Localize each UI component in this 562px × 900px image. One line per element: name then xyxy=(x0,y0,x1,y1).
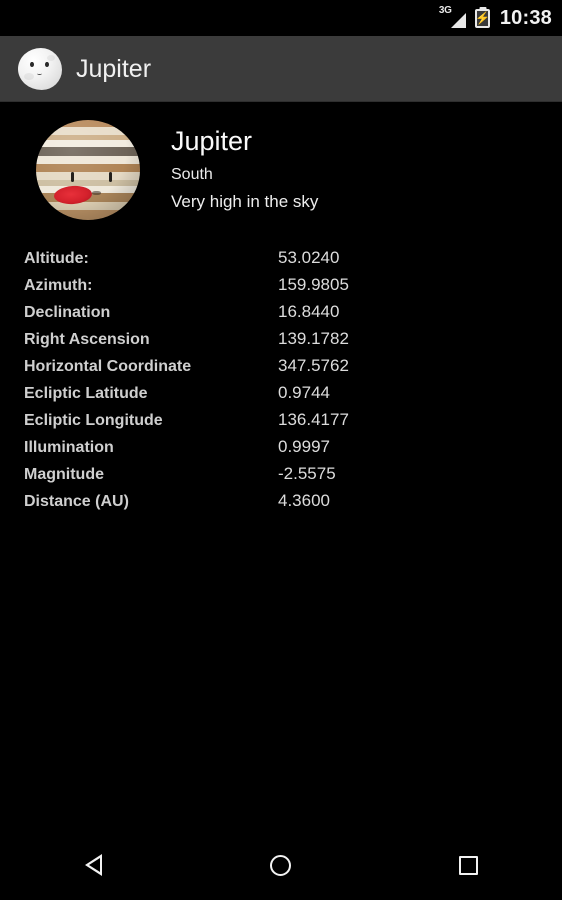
object-header: Jupiter South Very high in the sky xyxy=(0,102,562,220)
object-data-table: Altitude: 53.0240 Azimuth: 159.9805 Decl… xyxy=(0,244,562,514)
object-title: Jupiter xyxy=(171,126,253,156)
data-value: 136.4177 xyxy=(278,410,349,429)
planet-eye-right xyxy=(109,172,112,182)
data-label: Ecliptic Latitude xyxy=(24,385,148,402)
moon-crater-icon xyxy=(47,54,55,61)
battery-body: ⚡ xyxy=(475,6,491,28)
data-value: 347.5762 xyxy=(278,356,349,375)
table-row: Right Ascension 139.1782 xyxy=(24,325,562,352)
app-screen: 3G ⚡ 10:38 Jupiter Jupiter South Very hi… xyxy=(0,0,562,900)
data-label: Ecliptic Longitude xyxy=(24,412,163,429)
moon-crater-icon xyxy=(24,72,34,80)
table-row: Altitude: 53.0240 xyxy=(24,244,562,271)
object-name-block: Jupiter South Very high in the sky xyxy=(171,120,318,212)
data-value: 53.0240 xyxy=(278,248,340,267)
battery-charging-icon: ⚡ xyxy=(475,6,491,29)
data-value: 139.1782 xyxy=(278,329,349,348)
data-label: Distance (AU) xyxy=(24,493,129,510)
planet-eye-left xyxy=(71,172,74,182)
data-value: 0.9744 xyxy=(278,383,330,402)
table-row: Ecliptic Latitude 0.9744 xyxy=(24,379,562,406)
data-label: Declination xyxy=(24,304,111,321)
status-bar-clock: 10:38 xyxy=(499,7,552,29)
table-row: Illumination 0.9997 xyxy=(24,433,562,460)
data-label: Illumination xyxy=(24,439,114,456)
moon-mouth xyxy=(37,72,42,75)
table-row: Ecliptic Longitude 136.4177 xyxy=(24,406,562,433)
table-row: Declination 16.8440 xyxy=(24,298,562,325)
signal-triangle-icon: 3G xyxy=(438,5,466,29)
recents-icon xyxy=(458,855,478,875)
battery-cap xyxy=(479,6,487,10)
signal-bars-icon xyxy=(450,13,466,28)
home-button[interactable] xyxy=(187,830,374,900)
data-label: Altitude: xyxy=(24,250,89,267)
moon-face-icon[interactable] xyxy=(18,47,62,90)
data-value: 0.9997 xyxy=(278,437,330,456)
network-type-label: 3G xyxy=(438,5,452,16)
data-label: Azimuth: xyxy=(24,277,93,294)
planet-mouth xyxy=(53,184,93,206)
action-bar[interactable]: Jupiter xyxy=(0,36,562,102)
table-row: Azimuth: 159.9805 xyxy=(24,271,562,298)
data-value: -2.5575 xyxy=(278,464,336,483)
content-area: Jupiter South Very high in the sky Altit… xyxy=(0,102,562,830)
data-label: Horizontal Coordinate xyxy=(24,358,192,375)
table-row: Distance (AU) 4.3600 xyxy=(24,487,562,514)
table-row: Magnitude -2.5575 xyxy=(24,460,562,487)
moon-body xyxy=(18,47,62,90)
data-label: Right Ascension xyxy=(24,331,150,348)
object-direction-label: South xyxy=(171,166,213,183)
data-value: 159.9805 xyxy=(278,275,349,294)
moon-eye-left xyxy=(30,61,34,67)
home-icon xyxy=(270,854,292,876)
moon-eye-right xyxy=(45,61,49,67)
back-icon xyxy=(85,854,103,876)
action-bar-title: Jupiter xyxy=(76,54,152,83)
android-navigation-bar xyxy=(0,830,562,900)
recents-button[interactable] xyxy=(375,830,562,900)
data-value: 16.8440 xyxy=(278,302,340,321)
object-visibility-label: Very high in the sky xyxy=(171,192,319,211)
data-value: 4.3600 xyxy=(278,491,330,510)
back-button[interactable] xyxy=(0,830,187,900)
jupiter-planet-icon xyxy=(36,120,140,220)
table-row: Horizontal Coordinate 347.5762 xyxy=(24,352,562,379)
charging-bolt-icon: ⚡ xyxy=(475,11,491,25)
status-bar: 3G ⚡ 10:38 xyxy=(0,0,562,36)
planet-nose xyxy=(92,191,101,195)
data-label: Magnitude xyxy=(24,466,104,483)
